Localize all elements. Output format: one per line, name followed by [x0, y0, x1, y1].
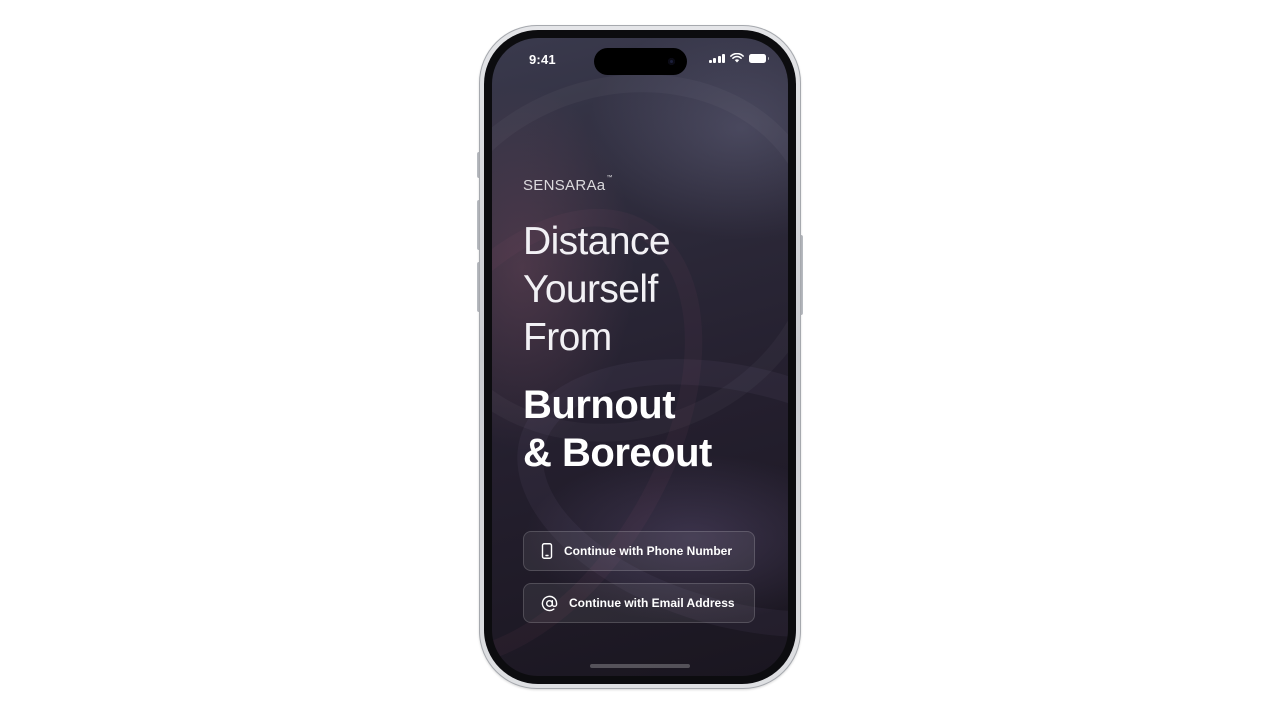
status-icons [708, 53, 769, 63]
dynamic-island [594, 48, 687, 75]
continue-with-phone-button[interactable]: Continue with Phone Number [523, 531, 755, 571]
brand-logo: SENSARAa™ [523, 175, 613, 194]
battery-icon [749, 53, 769, 63]
status-time: 9:41 [529, 52, 556, 67]
continue-with-email-button[interactable]: Continue with Email Address [523, 583, 755, 623]
headline-emphasis: Burnout & Boreout [523, 381, 783, 477]
headline: Distance Yourself From [523, 218, 773, 362]
headline-line: Distance [523, 220, 671, 263]
headline-emphasis-line: & Boreout [523, 431, 712, 475]
continue-with-phone-label: Continue with Phone Number [564, 544, 732, 558]
home-indicator [590, 664, 690, 668]
brand-name: SENSARAa [523, 177, 606, 194]
headline-line: From [523, 316, 612, 359]
at-sign-icon [541, 595, 558, 611]
continue-with-email-label: Continue with Email Address [569, 596, 735, 610]
wifi-icon [730, 53, 744, 63]
stage: 9:41 SENSARAa™ Distance Yourself From Bu… [0, 0, 1280, 720]
phone-screen: 9:41 SENSARAa™ Distance Yourself From Bu… [492, 38, 788, 676]
trademark-mark: ™ [606, 175, 613, 181]
status-bar: 9:41 [492, 38, 788, 82]
cellular-signal-icon [708, 53, 725, 63]
smartphone-icon [541, 543, 553, 559]
front-camera-icon [668, 58, 675, 65]
headline-line: Yourself [523, 268, 658, 311]
headline-emphasis-line: Burnout [523, 383, 676, 427]
